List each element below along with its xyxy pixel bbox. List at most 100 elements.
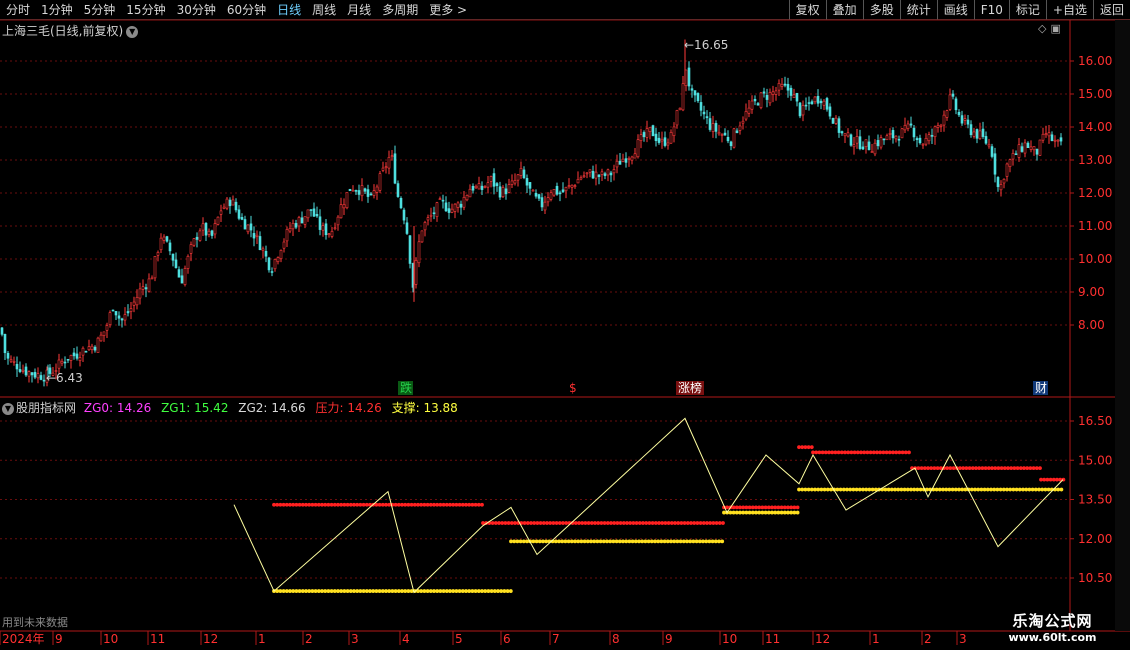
candle-body	[246, 224, 250, 233]
candle-body	[990, 146, 994, 157]
candle-body	[924, 138, 928, 145]
candle-body	[648, 126, 652, 132]
candle-body	[354, 190, 358, 192]
candle-body	[0, 327, 4, 335]
candle-body	[849, 134, 853, 146]
candle-body	[249, 223, 253, 231]
candle-body	[237, 209, 241, 219]
candle-body	[954, 98, 958, 111]
support-readout: 支撑: 13.88	[392, 401, 458, 415]
candle-body	[135, 297, 139, 306]
candle-body	[681, 83, 685, 111]
candle-body	[1056, 139, 1060, 142]
candle-body	[834, 117, 838, 124]
zg2-label: ZG2:	[238, 401, 268, 415]
candle-body	[528, 182, 532, 189]
diamond-icon[interactable]: ◇	[1038, 22, 1046, 35]
candle-body	[798, 102, 802, 117]
candle-body	[801, 105, 805, 116]
candle-body	[57, 359, 61, 369]
candle-body	[165, 236, 169, 242]
candle-body	[564, 186, 568, 192]
candle-body	[90, 345, 94, 350]
chevron-down-icon[interactable]: ▼	[2, 402, 14, 415]
candle-body	[792, 94, 796, 98]
candle-body	[174, 259, 178, 269]
candle-body	[663, 137, 667, 146]
indicator-tick-label: 13.50	[1078, 493, 1112, 507]
candle-body	[1035, 148, 1039, 155]
candle-body	[477, 183, 481, 190]
candle-body	[399, 198, 403, 209]
candle-body	[213, 223, 217, 235]
candle-body	[738, 125, 742, 131]
candle-body	[633, 153, 637, 159]
candle-body	[789, 87, 793, 96]
candle-body	[495, 183, 499, 186]
candle-body	[645, 128, 649, 138]
candle-body	[720, 134, 724, 136]
candle-body	[30, 372, 34, 376]
candle-body	[210, 230, 214, 236]
pressure-label: 压力:	[315, 401, 344, 415]
candle-body	[186, 256, 190, 269]
high-label: ←16.65	[684, 38, 728, 52]
candle-body	[303, 216, 307, 225]
candle-body	[876, 140, 880, 147]
candle-body	[1017, 144, 1021, 158]
candle-body	[393, 153, 397, 184]
candle-body	[870, 151, 874, 153]
event-marker-3: 财	[1035, 381, 1047, 395]
candle-body	[66, 358, 70, 361]
candle-body	[666, 142, 670, 146]
candle-body	[201, 223, 205, 231]
candle-body	[273, 259, 277, 270]
candle-body	[1005, 163, 1009, 177]
layout-icon[interactable]: ▣	[1050, 22, 1060, 35]
candle-body	[696, 93, 700, 102]
candle-body	[780, 84, 784, 87]
candle-body	[1041, 133, 1045, 141]
candle-body	[99, 334, 103, 342]
kline-chart[interactable]: 16.00 15.00 14.00 13.00 12.00 11.00 10.00 9.00 8…	[0, 0, 1130, 650]
panel-controls: ◇ ▣	[1038, 22, 1065, 35]
candle-body	[894, 135, 898, 140]
zg0-label: ZG0:	[83, 401, 114, 415]
candle-body	[414, 260, 418, 285]
candle-body	[903, 125, 907, 131]
candle-body	[975, 129, 979, 139]
time-label: 12	[815, 632, 830, 646]
candle-body	[336, 216, 340, 226]
candle-body	[615, 160, 619, 168]
candle-body	[963, 118, 967, 121]
candle-body	[612, 169, 616, 174]
candle-body	[162, 236, 166, 241]
candle-body	[873, 142, 877, 155]
pressure-dot	[721, 521, 725, 525]
candle-body	[525, 178, 529, 186]
candle-body	[120, 318, 124, 321]
candle-body	[318, 216, 322, 230]
candle-body	[375, 186, 379, 193]
candle-body	[309, 209, 313, 211]
candle-body	[981, 128, 985, 137]
candle-body	[516, 174, 520, 181]
candle-body	[711, 123, 715, 132]
candle-body	[183, 268, 187, 285]
candle-body	[6, 353, 10, 359]
candle-body	[816, 95, 820, 104]
candle-body	[429, 214, 433, 217]
candle-body	[777, 83, 781, 91]
candle-body	[882, 138, 886, 141]
candle-body	[933, 126, 937, 138]
candle-body	[468, 188, 472, 198]
chevron-down-icon[interactable]: ▼	[126, 25, 139, 38]
candle-body	[216, 216, 220, 225]
candle-body	[654, 133, 658, 142]
candle-body	[492, 173, 496, 187]
candle-body	[858, 136, 862, 149]
candle-body	[621, 158, 625, 162]
candle-body	[909, 123, 913, 126]
time-label: 10	[103, 632, 118, 646]
candle-body	[78, 357, 82, 361]
